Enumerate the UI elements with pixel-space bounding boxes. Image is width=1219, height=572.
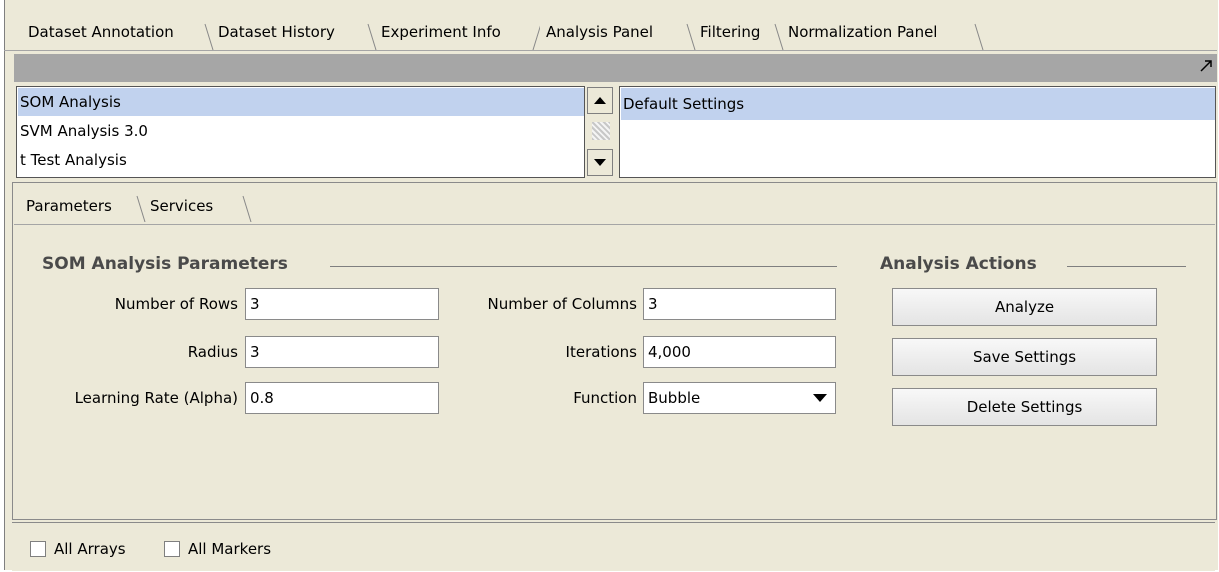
radius-label: Radius bbox=[187, 343, 238, 361]
analysis-list-scrollbar[interactable] bbox=[585, 86, 615, 178]
list-item-t-test-analysis[interactable]: t Test Analysis bbox=[18, 146, 584, 174]
all-arrays-checkbox[interactable] bbox=[30, 541, 46, 557]
sub-tab-divider bbox=[14, 224, 1215, 225]
settings-list[interactable]: Default Settings bbox=[619, 86, 1216, 178]
list-item-svm-analysis[interactable]: SVM Analysis 3.0 bbox=[18, 117, 584, 145]
delete-settings-button[interactable]: Delete Settings bbox=[892, 388, 1157, 426]
iterations-input[interactable]: 4,000 bbox=[643, 336, 836, 368]
actions-group-title: Analysis Actions bbox=[880, 254, 1037, 274]
analysis-list[interactable]: SOM Analysis SVM Analysis 3.0 t Test Ana… bbox=[16, 86, 585, 178]
alpha-input[interactable]: 0.8 bbox=[245, 382, 439, 414]
up-arrow-icon bbox=[594, 97, 606, 104]
tab-dataset-history[interactable]: Dataset History bbox=[212, 14, 341, 50]
tab-bar-divider bbox=[4, 50, 1217, 51]
list-item-som-analysis[interactable]: SOM Analysis bbox=[18, 88, 584, 116]
function-select-value: Bubble bbox=[648, 389, 701, 407]
tab-experiment-info[interactable]: Experiment Info bbox=[375, 14, 507, 50]
parameters-group-title: SOM Analysis Parameters bbox=[42, 254, 288, 274]
rows-label: Number of Rows bbox=[114, 295, 238, 313]
radius-input[interactable]: 3 bbox=[245, 336, 439, 368]
all-markers-checkbox[interactable] bbox=[164, 541, 180, 557]
scroll-thumb[interactable] bbox=[592, 122, 610, 140]
function-label: Function bbox=[573, 389, 637, 407]
alpha-label: Learning Rate (Alpha) bbox=[74, 389, 238, 407]
tab-parameters[interactable]: Parameters bbox=[22, 190, 116, 222]
tab-separator bbox=[136, 190, 146, 224]
iterations-label: Iterations bbox=[565, 343, 637, 361]
columns-label: Number of Columns bbox=[487, 295, 637, 313]
analyze-button[interactable]: Analyze bbox=[892, 288, 1157, 326]
columns-input[interactable]: 3 bbox=[643, 288, 836, 320]
chevron-down-icon bbox=[813, 394, 827, 402]
tab-services[interactable]: Services bbox=[146, 190, 217, 222]
list-item-default-settings[interactable]: Default Settings bbox=[621, 88, 1215, 120]
down-arrow-icon bbox=[594, 159, 606, 166]
panel-header-bar bbox=[14, 54, 1217, 82]
tab-dataset-annotation[interactable]: Dataset Annotation bbox=[22, 14, 180, 50]
actions-group-line bbox=[1067, 266, 1186, 267]
all-arrays-label: All Arrays bbox=[54, 540, 126, 558]
tab-separator bbox=[242, 190, 252, 224]
tab-analysis-panel[interactable]: Analysis Panel bbox=[540, 14, 660, 50]
function-select[interactable]: Bubble bbox=[643, 382, 836, 414]
all-markers-label: All Markers bbox=[188, 540, 272, 558]
parameters-group-line bbox=[330, 266, 837, 267]
scroll-up-button[interactable] bbox=[587, 87, 613, 114]
scroll-down-button[interactable] bbox=[587, 149, 613, 176]
expand-arrow-icon[interactable] bbox=[1196, 56, 1216, 76]
rows-input[interactable]: 3 bbox=[245, 288, 439, 320]
save-settings-button[interactable]: Save Settings bbox=[892, 338, 1157, 376]
tab-separator bbox=[974, 16, 984, 50]
tab-normalization-panel[interactable]: Normalization Panel bbox=[782, 14, 943, 50]
tab-filtering[interactable]: Filtering bbox=[694, 14, 766, 50]
